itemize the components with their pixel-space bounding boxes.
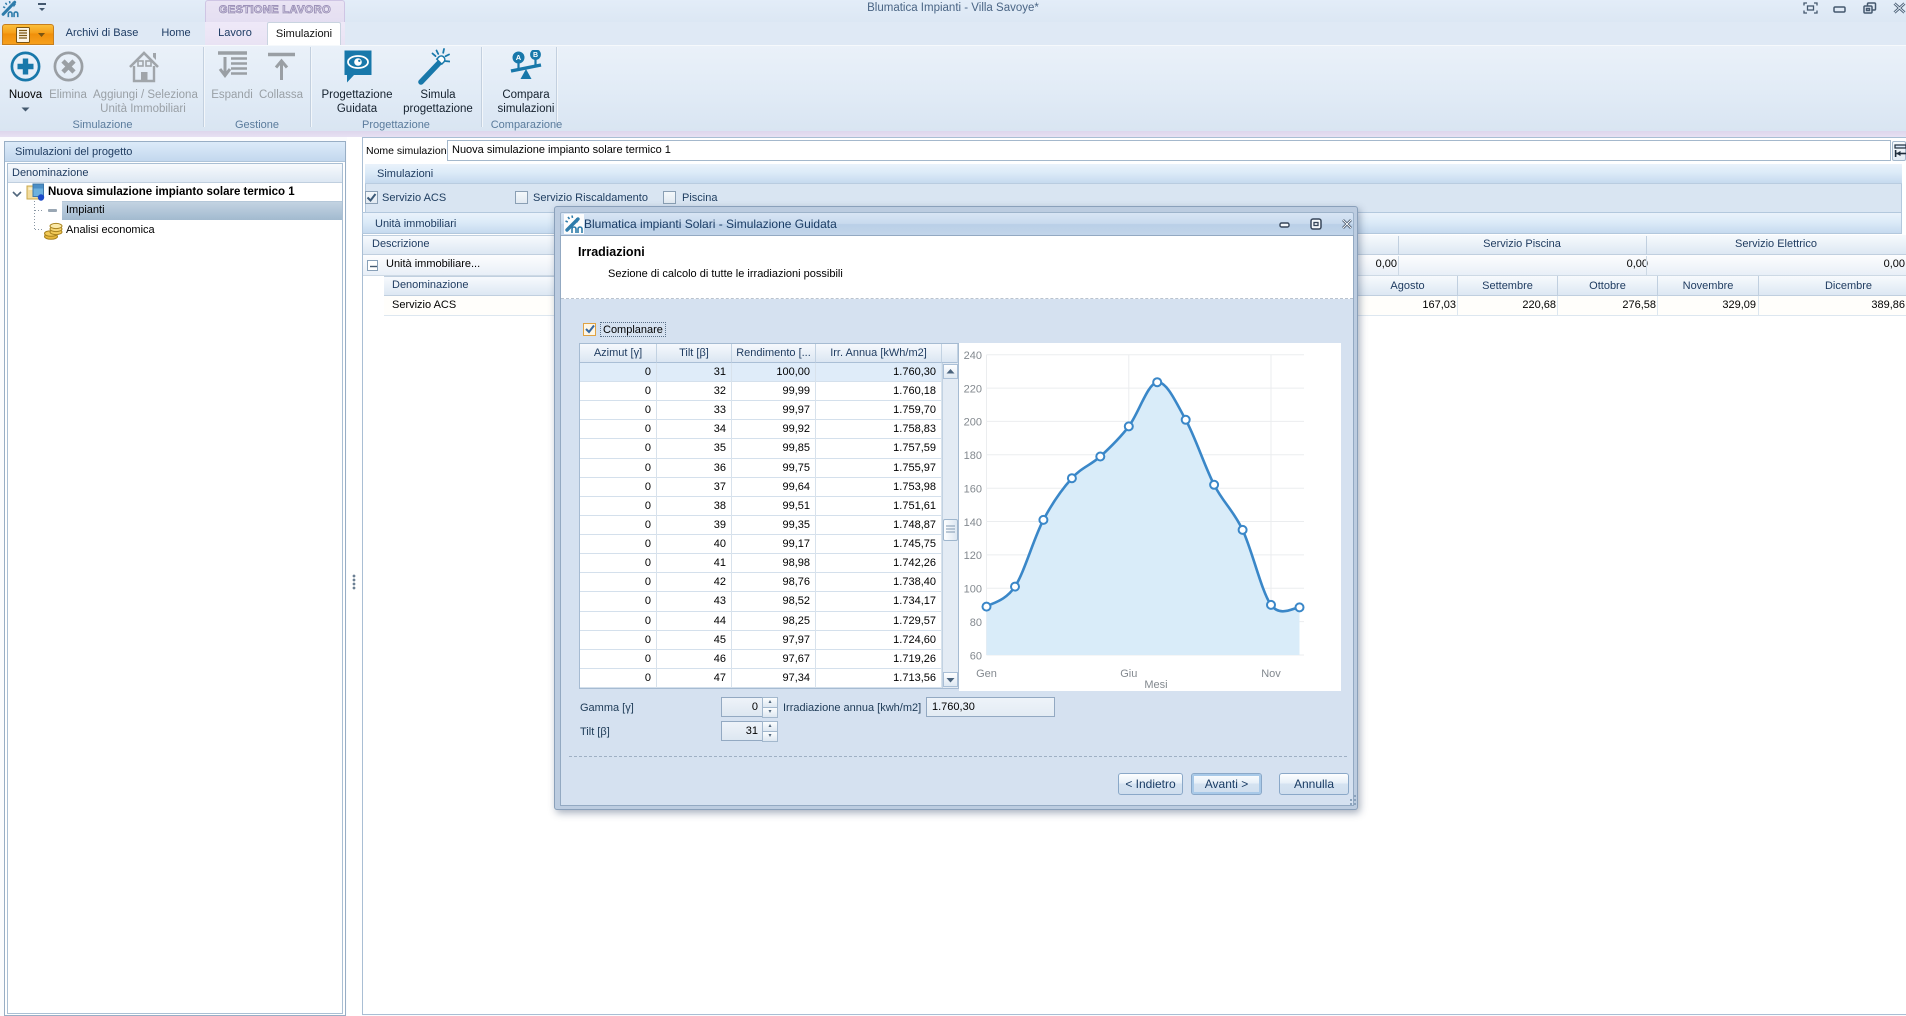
svg-text:120: 120 bbox=[964, 550, 982, 562]
svg-text:Giu: Giu bbox=[1120, 668, 1137, 680]
svg-text:240: 240 bbox=[964, 350, 982, 362]
svg-text:Nov: Nov bbox=[1261, 668, 1281, 680]
svg-text:80: 80 bbox=[970, 617, 982, 629]
svg-text:180: 180 bbox=[964, 450, 982, 462]
svg-text:220: 220 bbox=[964, 383, 982, 395]
svg-text:160: 160 bbox=[964, 484, 982, 496]
svg-text:Mesi: Mesi bbox=[1144, 679, 1167, 691]
svg-text:100: 100 bbox=[964, 584, 982, 596]
svg-text:A: A bbox=[516, 53, 522, 62]
svg-text:60: 60 bbox=[970, 650, 982, 662]
svg-text:200: 200 bbox=[964, 417, 982, 429]
svg-text:B: B bbox=[533, 52, 538, 59]
svg-text:Gen: Gen bbox=[976, 668, 997, 680]
svg-text:140: 140 bbox=[964, 517, 982, 529]
